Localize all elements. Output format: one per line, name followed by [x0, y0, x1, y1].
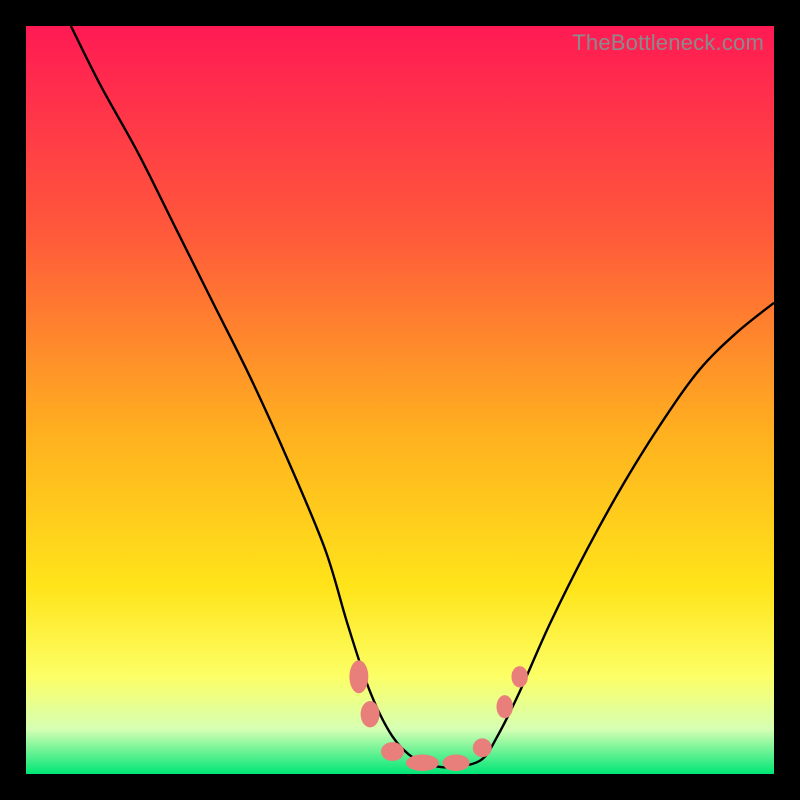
marker-point — [511, 666, 527, 687]
chart-frame: TheBottleneck.com — [0, 0, 800, 800]
plot-area: TheBottleneck.com — [26, 26, 774, 774]
plot-svg — [26, 26, 774, 774]
marker-point — [406, 755, 439, 771]
attribution-watermark: TheBottleneck.com — [572, 30, 764, 56]
marker-point — [473, 738, 492, 757]
marker-point — [361, 701, 380, 727]
marker-point — [349, 660, 368, 693]
marker-point — [381, 742, 404, 761]
marker-point — [443, 755, 470, 771]
marker-point — [496, 695, 512, 718]
gradient-background — [26, 26, 774, 774]
